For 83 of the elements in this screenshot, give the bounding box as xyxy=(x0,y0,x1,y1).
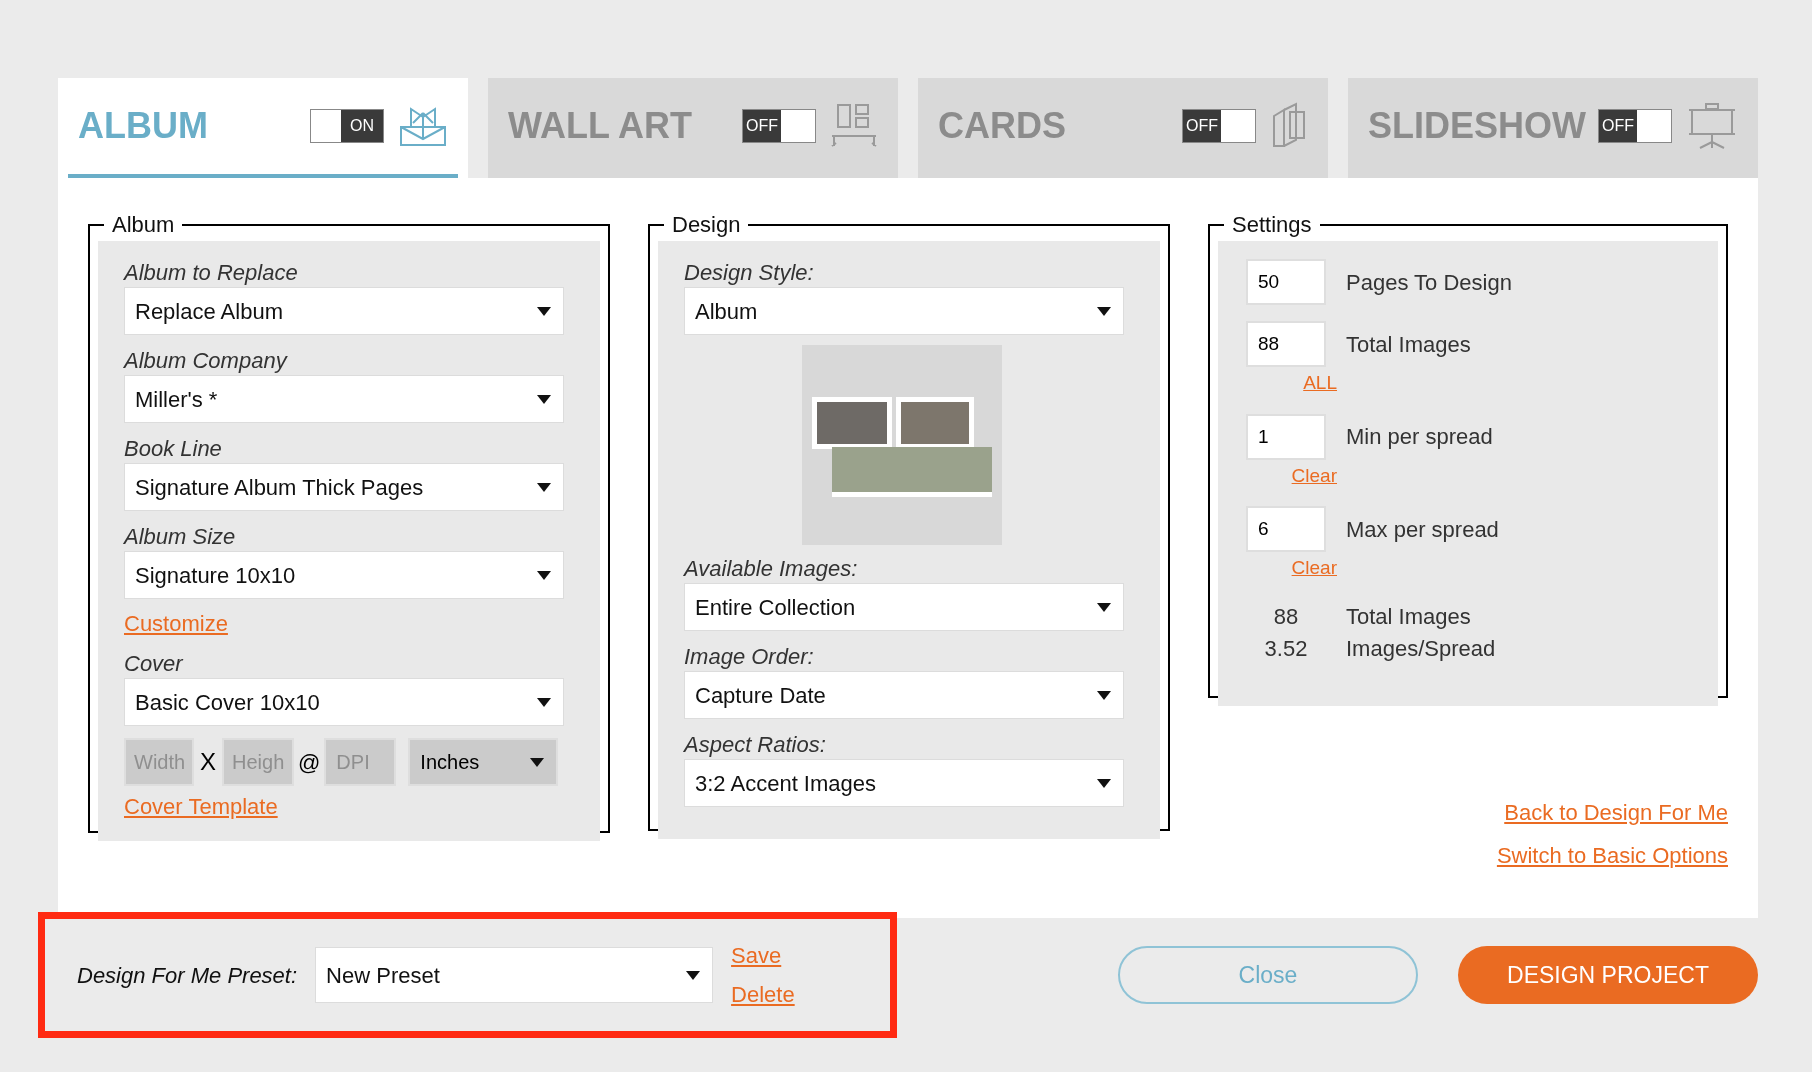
field-label: Available Images: xyxy=(684,555,859,583)
dropdown-value: Inches xyxy=(420,750,480,775)
dropdown[interactable]: Replace Album xyxy=(124,287,564,335)
setting-label: Min per spread xyxy=(1346,423,1493,451)
at-sign: @ xyxy=(297,748,322,777)
field-label: Album Company xyxy=(124,347,289,375)
dropdown-value: 3:2 Accent Images xyxy=(695,769,876,798)
toggle-label: OFF xyxy=(743,110,781,142)
wall-frames-icon xyxy=(830,102,878,150)
dropdown-value: Capture Date xyxy=(695,681,826,710)
summary-label: Images/Spread xyxy=(1346,634,1496,663)
group-title: Design xyxy=(671,211,742,239)
dropdown[interactable]: Miller's * xyxy=(124,375,564,423)
tab-label: SLIDESHOW xyxy=(1368,104,1586,148)
toggle-label: OFF xyxy=(1183,110,1221,142)
field-label: Book Line xyxy=(124,435,223,463)
caret-icon xyxy=(1097,690,1111,700)
dropdown-value: Basic Cover 10x10 xyxy=(135,688,320,717)
caret-icon xyxy=(1097,306,1111,316)
dropdown-value: Miller's * xyxy=(135,385,218,414)
setting-label: Pages To Design xyxy=(1346,268,1512,297)
tab-label: WALL ART xyxy=(508,104,692,148)
toggle-switch[interactable]: OFF xyxy=(1598,109,1672,143)
unit-dropdown[interactable]: Inches xyxy=(408,738,559,786)
tab-label: ALBUM xyxy=(78,104,208,148)
dropdown[interactable]: Entire Collection xyxy=(684,583,1124,631)
field-label: Design Style: xyxy=(684,259,815,287)
dropdown-value: New Preset xyxy=(326,961,440,990)
summary-value: 88 xyxy=(1272,602,1300,631)
dropdown[interactable]: Signature 10x10 xyxy=(124,551,564,599)
field-label: Aspect Ratios: xyxy=(684,731,827,759)
setting-label: Total Images xyxy=(1346,330,1471,359)
group-title: Settings xyxy=(1231,211,1313,239)
dropdown-value: Signature 10x10 xyxy=(135,561,296,590)
caret-icon xyxy=(530,757,545,767)
caret-icon xyxy=(1097,778,1111,788)
dropdown-value: Album xyxy=(695,297,758,326)
group-title: Album xyxy=(111,211,176,239)
tab-label: CARDS xyxy=(938,104,1066,148)
tab[interactable]: ALBUM ON xyxy=(58,78,468,178)
tab[interactable]: SLIDESHOW OFF xyxy=(1348,78,1758,178)
toggle-label: OFF xyxy=(1599,110,1637,142)
dropdown-value: Entire Collection xyxy=(695,593,856,622)
width-field[interactable]: Width xyxy=(124,738,194,786)
projector-screen-icon xyxy=(1686,102,1738,150)
summary-value: 3.52 xyxy=(1263,634,1309,663)
toggle-switch[interactable]: OFF xyxy=(742,109,816,143)
toggle-switch[interactable]: OFF xyxy=(1182,109,1256,143)
field-label: Album Size xyxy=(124,523,237,551)
dropdown[interactable]: Capture Date xyxy=(684,671,1124,719)
field-label: Cover xyxy=(124,650,185,678)
number-field[interactable]: 1 xyxy=(1246,413,1326,460)
open-book-icon xyxy=(398,105,448,147)
dropdown[interactable]: Album xyxy=(684,287,1124,335)
number-field[interactable]: 6 xyxy=(1246,506,1326,552)
preset-label: Design For Me Preset: xyxy=(77,961,298,990)
summary-label: Total Images xyxy=(1346,602,1471,631)
dropdown[interactable]: Signature Album Thick Pages xyxy=(124,463,564,511)
caret-icon xyxy=(537,697,551,707)
caret-icon xyxy=(537,306,551,316)
dropdown[interactable]: Basic Cover 10x10 xyxy=(124,678,564,726)
setting-label: Max per spread xyxy=(1346,515,1499,544)
field-label: Image Order: xyxy=(684,643,815,671)
tab[interactable]: WALL ART OFF xyxy=(488,78,898,178)
dpi-field[interactable]: DPI xyxy=(324,738,397,786)
tab[interactable]: CARDS OFF xyxy=(918,78,1328,178)
number-field[interactable]: 50 xyxy=(1246,259,1326,305)
times-sign: X xyxy=(199,747,217,777)
cards-icon xyxy=(1270,102,1308,150)
dropdown[interactable]: 3:2 Accent Images xyxy=(684,759,1124,807)
dropdown-value: Replace Album xyxy=(135,297,283,326)
height-field[interactable]: Heigh xyxy=(222,738,294,786)
caret-icon xyxy=(537,394,551,404)
toggle-switch[interactable]: ON xyxy=(310,109,384,143)
number-field[interactable]: 88 xyxy=(1246,321,1326,367)
caret-icon xyxy=(686,970,701,980)
caret-icon xyxy=(1097,602,1111,612)
dropdown[interactable]: New Preset xyxy=(315,947,714,1003)
toggle-label: ON xyxy=(341,110,383,142)
caret-icon xyxy=(537,570,551,580)
caret-icon xyxy=(537,482,551,492)
field-label: Album to Replace xyxy=(124,259,299,287)
dropdown-value: Signature Album Thick Pages xyxy=(135,473,424,502)
